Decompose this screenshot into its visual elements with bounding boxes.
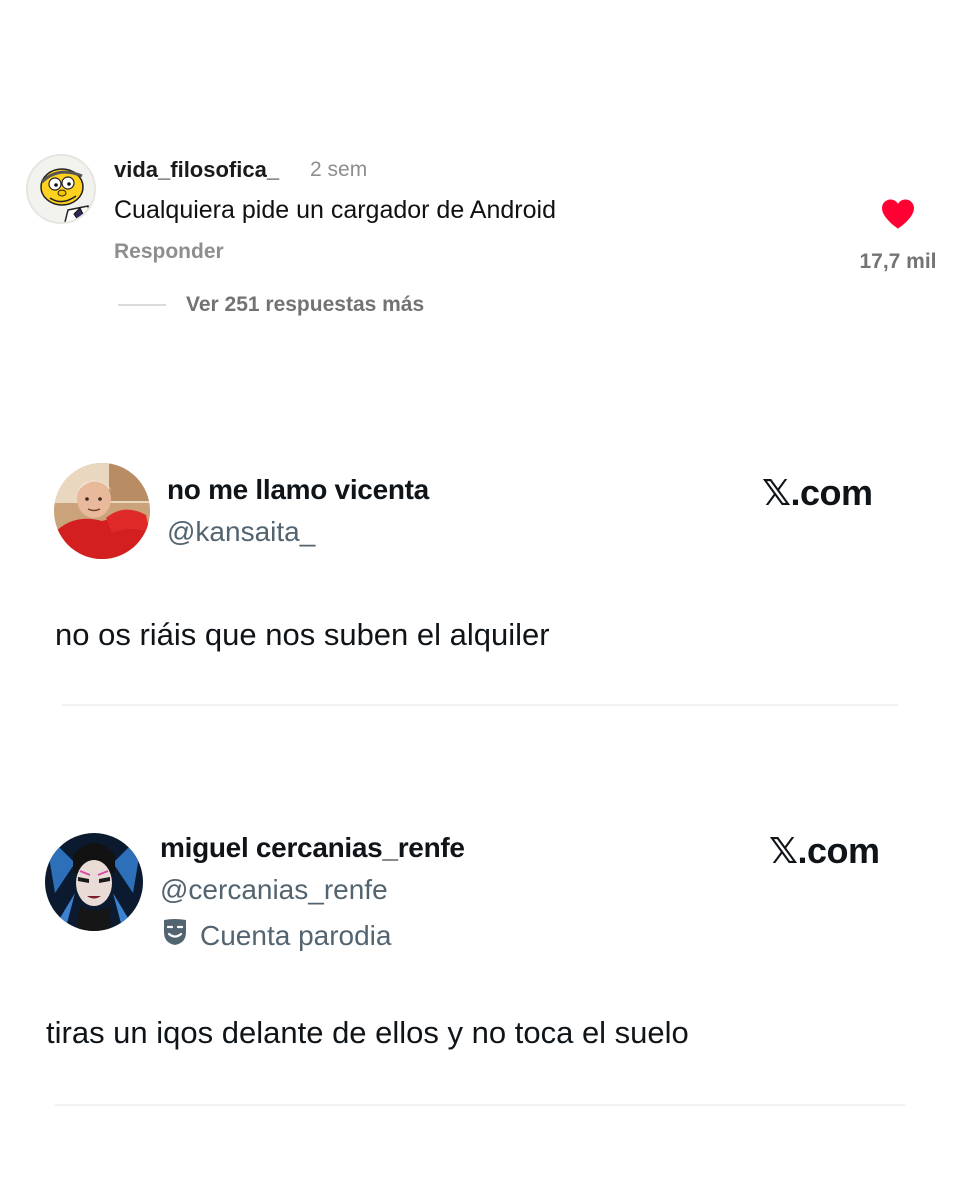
like-heart-icon[interactable] — [880, 198, 916, 230]
parody-label: Cuenta parodia — [200, 919, 392, 951]
comment-text: Cualquiera pide un cargador de Android — [114, 196, 556, 224]
tweet-display-name[interactable]: no me llamo vicenta — [167, 474, 429, 506]
tweet-divider — [62, 704, 898, 706]
profile-photo-icon — [54, 463, 150, 559]
tweet-avatar[interactable] — [45, 833, 143, 931]
tweet-avatar[interactable] — [54, 463, 150, 559]
comment-username[interactable]: vida_filosofica_ — [114, 157, 279, 183]
x-logo-icon: 𝕏.com — [762, 472, 873, 513]
tweet-text: tiras un iqos delante de ellos y no toca… — [46, 1015, 689, 1050]
replies-divider-line — [118, 304, 166, 306]
profile-photo-icon — [45, 833, 143, 931]
comment-timestamp: 2 sem — [310, 158, 368, 181]
parody-account-badge: Cuenta parodia — [162, 918, 391, 953]
x-logo-icon: 𝕏.com — [769, 830, 880, 871]
theater-masks-icon — [162, 918, 188, 953]
tweet-handle[interactable]: @cercanias_renfe — [160, 874, 388, 906]
tweet-display-name[interactable]: miguel cercanias_renfe — [160, 832, 465, 864]
commenter-avatar[interactable] — [26, 154, 96, 224]
cartoon-avatar-icon — [28, 156, 94, 222]
reply-button[interactable]: Responder — [114, 240, 224, 264]
tweet-divider — [55, 1104, 905, 1106]
tweet-text: no os riáis que nos suben el alquiler — [55, 617, 550, 652]
view-more-replies-button[interactable]: Ver 251 respuestas más — [186, 293, 424, 317]
tweet-handle[interactable]: @kansaita_ — [167, 516, 315, 548]
like-count: 17,7 mil — [859, 250, 937, 273]
